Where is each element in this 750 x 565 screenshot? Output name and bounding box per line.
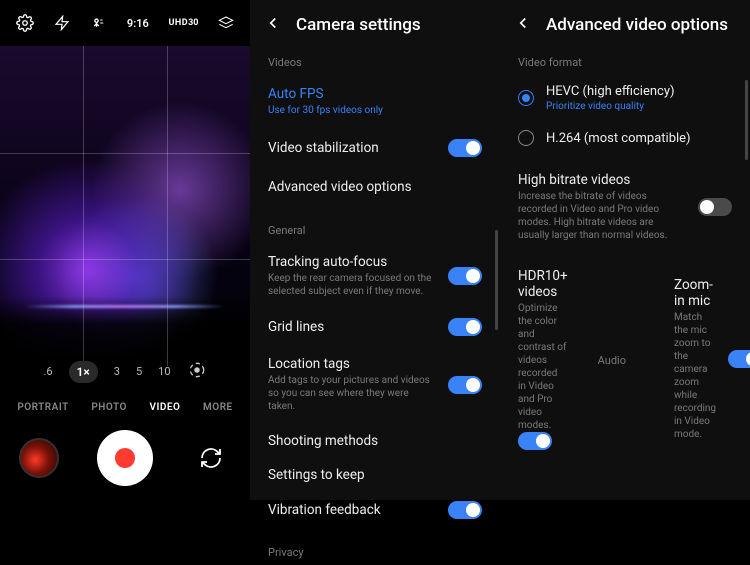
mode-selector: PORTRAIT PHOTO VIDEO MORE xyxy=(0,402,250,413)
row-high-bitrate[interactable]: High bitrate videos Increase the bitrate… xyxy=(500,161,750,253)
camera-settings-screen: Camera settings Videos Auto FPS Use for … xyxy=(250,0,500,500)
settings-icon[interactable] xyxy=(16,14,34,32)
radio-icon xyxy=(518,130,534,146)
camera-bottom-bar xyxy=(0,430,250,486)
switch-camera-button[interactable] xyxy=(191,438,231,478)
grid-line xyxy=(0,153,250,154)
object-tracking-icon[interactable] xyxy=(187,360,207,383)
preview-image xyxy=(0,46,250,366)
record-icon xyxy=(115,448,135,468)
grid-line xyxy=(83,46,84,366)
toggle-vibration-feedback[interactable] xyxy=(448,501,482,519)
row-video-stabilization[interactable]: Video stabilization xyxy=(250,128,500,168)
mode-portrait[interactable]: PORTRAIT xyxy=(17,402,68,413)
row-shooting-methods[interactable]: Shooting methods xyxy=(250,424,500,458)
gallery-thumbnail[interactable] xyxy=(19,438,59,478)
page-title: Advanced video options xyxy=(546,15,728,35)
page-title: Camera settings xyxy=(296,15,421,35)
row-settings-to-keep[interactable]: Settings to keep xyxy=(250,458,500,492)
motion-photo-icon[interactable] xyxy=(89,14,107,32)
row-auto-fps[interactable]: Auto FPS Use for 30 fps videos only xyxy=(250,75,500,128)
zoom-level[interactable]: .6 xyxy=(43,365,52,378)
section-label-video-format: Video format xyxy=(500,46,750,75)
scrollbar[interactable] xyxy=(495,230,498,330)
section-label-audio: Audio xyxy=(580,344,644,373)
section-label-videos: Videos xyxy=(250,46,500,75)
row-vibration-feedback[interactable]: Vibration feedback xyxy=(250,492,500,528)
radio-icon-selected xyxy=(518,90,534,106)
resolution-button[interactable]: UHD 30 xyxy=(168,19,198,28)
row-tracking-auto-focus[interactable]: Tracking auto-focus Keep the rear camera… xyxy=(250,243,500,309)
flash-icon[interactable] xyxy=(54,15,70,31)
settings-header: Advanced video options xyxy=(500,0,750,46)
toggle-video-stabilization[interactable] xyxy=(448,139,482,157)
zoom-level[interactable]: 10 xyxy=(158,365,170,378)
layers-icon[interactable] xyxy=(218,15,234,31)
toggle-tracking-auto-focus[interactable] xyxy=(448,267,482,285)
settings-header: Camera settings xyxy=(250,0,500,46)
toggle-location-tags[interactable] xyxy=(448,376,482,394)
row-hdr10[interactable]: HDR10+ videos Optimize the color and con… xyxy=(500,253,750,464)
zoom-bar: .6 1× 3 5 10 xyxy=(0,360,250,383)
scrollbar[interactable] xyxy=(745,80,748,160)
zoom-level[interactable]: 3 xyxy=(114,365,120,378)
mode-photo[interactable]: PHOTO xyxy=(91,402,127,413)
settings-list-videos: Auto FPS Use for 30 fps videos only Vide… xyxy=(250,75,500,214)
zoom-level-active[interactable]: 1× xyxy=(69,361,98,383)
viewfinder[interactable] xyxy=(0,46,250,366)
back-icon[interactable] xyxy=(264,14,282,36)
camera-viewfinder-screen: 9:16 UHD 30 .6 1× 3 5 10 PORTRAIT PHOTO … xyxy=(0,0,250,500)
row-advanced-video-options[interactable]: Advanced video options xyxy=(250,168,500,206)
section-label-privacy: Privacy xyxy=(250,536,500,565)
mode-video[interactable]: VIDEO xyxy=(150,402,181,413)
row-location-tags[interactable]: Location tags Add tags to your pictures … xyxy=(250,345,500,424)
grid-line xyxy=(167,46,168,366)
section-label-general: General xyxy=(250,214,500,243)
mode-more[interactable]: MORE xyxy=(203,402,233,413)
advanced-video-screen: Advanced video options Video format HEVC… xyxy=(500,0,750,500)
back-icon[interactable] xyxy=(514,14,532,36)
aspect-ratio-button[interactable]: 9:16 xyxy=(127,17,149,30)
row-zoom-in-mic[interactable]: Zoom-in mic Match the mic zoom to the ca… xyxy=(656,266,750,452)
settings-list-general: Tracking auto-focus Keep the rear camera… xyxy=(250,243,500,536)
row-grid-lines[interactable]: Grid lines xyxy=(250,309,500,345)
toggle-zoom-in-mic[interactable] xyxy=(728,350,750,368)
toggle-grid-lines[interactable] xyxy=(448,318,482,336)
radio-h264[interactable]: H.264 (most compatible) xyxy=(500,121,750,155)
radio-hevc[interactable]: HEVC (high efficiency) Prioritize video … xyxy=(500,75,750,121)
zoom-level[interactable]: 5 xyxy=(136,365,142,378)
shutter-button[interactable] xyxy=(97,430,153,486)
grid-line xyxy=(0,259,250,260)
toggle-hdr10[interactable] xyxy=(518,432,552,450)
toggle-high-bitrate[interactable] xyxy=(698,198,732,216)
camera-top-toolbar: 9:16 UHD 30 xyxy=(0,0,250,46)
